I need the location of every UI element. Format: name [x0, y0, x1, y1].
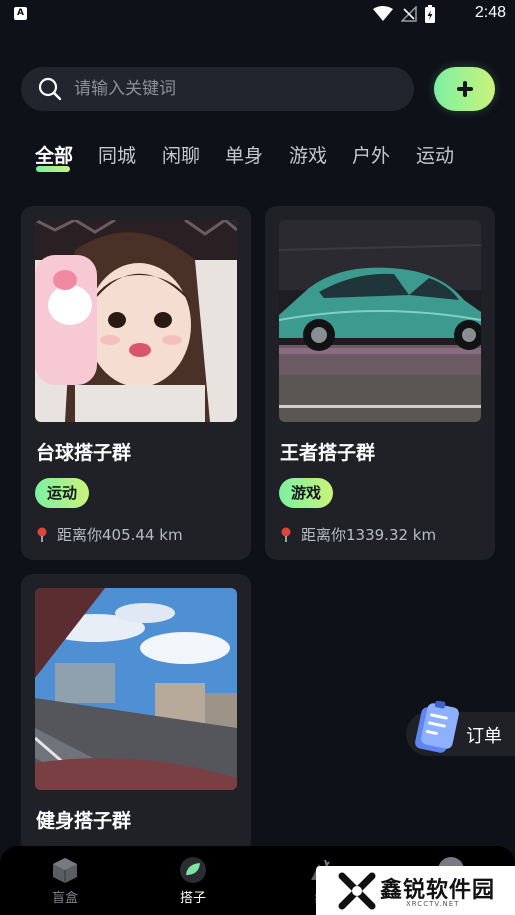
nav-label: 搭子	[179, 891, 206, 906]
add-button[interactable]	[434, 67, 495, 111]
order-label: 订单	[466, 726, 502, 747]
distance-text: 距离你1339.32 km	[301, 526, 437, 544]
order-button[interactable]: 订单	[406, 701, 515, 756]
card-title: 健身搭子群	[36, 810, 132, 832]
tab-outdoor[interactable]: 户外	[352, 141, 390, 168]
category-tabs: 全部 同城 闲聊 单身 游戏 户外 运动	[0, 138, 515, 178]
card-image-portrait	[35, 220, 237, 422]
nav-label: 盲盒	[51, 891, 78, 906]
card-image-street	[35, 588, 237, 790]
battery-charging-icon	[425, 5, 435, 23]
search-bar[interactable]	[21, 67, 414, 111]
card-distance: 距离你405.44 km	[36, 524, 183, 545]
distance-text: 距离你405.44 km	[57, 526, 183, 544]
search-input[interactable]	[74, 67, 394, 111]
search-icon	[38, 77, 62, 101]
card-title: 台球搭子群	[36, 442, 132, 464]
nav-blind-box[interactable]: 盲盒	[25, 846, 105, 915]
group-card[interactable]: 台球搭子群 运动 距离你405.44 km	[21, 206, 251, 560]
nav-partner[interactable]: 搭子	[153, 846, 233, 915]
active-tab-indicator	[36, 166, 70, 172]
no-signal-icon	[401, 6, 417, 22]
group-card[interactable]: 王者搭子群 游戏 距离你1339.32 km	[265, 206, 495, 560]
app-notification-icon: A	[14, 7, 27, 20]
tab-single[interactable]: 单身	[225, 141, 263, 168]
tab-same-city[interactable]: 同城	[98, 141, 136, 168]
clipboard-icon	[415, 701, 459, 753]
card-tag: 游戏	[279, 478, 334, 508]
tab-all[interactable]: 全部	[35, 141, 73, 168]
location-pin-icon	[37, 527, 47, 542]
location-pin-icon	[281, 527, 291, 542]
card-tag: 运动	[35, 478, 90, 508]
wifi-icon	[373, 6, 393, 21]
tab-chat[interactable]: 闲聊	[162, 141, 200, 168]
watermark: 鑫锐软件园 XRCCTV.NET	[316, 866, 515, 915]
card-distance: 距离你1339.32 km	[280, 524, 436, 545]
box-icon	[53, 858, 77, 883]
tab-sports[interactable]: 运动	[416, 141, 454, 168]
watermark-subtext: XRCCTV.NET	[406, 900, 460, 908]
status-time: 2:48	[474, 4, 506, 21]
card-image-car	[279, 220, 481, 422]
status-icons	[373, 5, 435, 23]
watermark-logo-icon	[338, 872, 376, 910]
leaf-icon	[180, 857, 206, 883]
status-bar: A 2:48	[0, 0, 515, 30]
card-title: 王者搭子群	[280, 442, 376, 464]
tab-games[interactable]: 游戏	[289, 141, 327, 168]
